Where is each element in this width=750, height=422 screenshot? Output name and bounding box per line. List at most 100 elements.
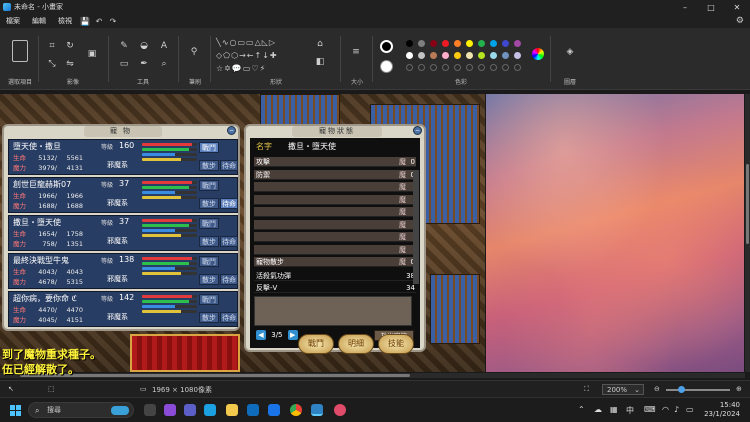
skill-row[interactable]: 魔 bbox=[254, 219, 416, 230]
shape-outline-icon[interactable]: ⌂ bbox=[314, 38, 326, 50]
redo-icon[interactable]: ↷ bbox=[106, 17, 120, 26]
walk-button[interactable]: 散步 bbox=[199, 274, 219, 285]
brush-icon[interactable]: ⚲ bbox=[188, 46, 200, 58]
skill-row[interactable]: 魔 bbox=[254, 182, 416, 192]
skill-row[interactable]: 魔 bbox=[254, 207, 416, 217]
color-swatch[interactable] bbox=[418, 40, 425, 47]
menu-edit[interactable]: 編輯 bbox=[26, 16, 52, 26]
color-swatch[interactable] bbox=[466, 52, 473, 59]
undo-icon[interactable]: ↶ bbox=[92, 17, 106, 26]
pet-card[interactable]: 撒旦・墮天使 等級 37 生命 1654/1758 魔力 758/1351 邪魔系 戰鬥 散步 待命 bbox=[8, 215, 238, 251]
rotate-icon[interactable]: ↻ bbox=[64, 40, 76, 52]
shape-fill-icon[interactable]: ◧ bbox=[314, 56, 326, 68]
mail-icon[interactable] bbox=[247, 404, 259, 416]
color-swatch[interactable] bbox=[406, 52, 413, 59]
standby-button[interactable]: 待命 bbox=[220, 236, 238, 247]
color-swatch[interactable] bbox=[466, 40, 473, 47]
horizontal-scrollbar[interactable] bbox=[0, 373, 745, 378]
skill-row[interactable]: 寵物散步魔0 bbox=[254, 257, 416, 267]
custom-color-slot[interactable] bbox=[418, 64, 425, 71]
color2-swatch[interactable] bbox=[380, 60, 393, 73]
color-swatch[interactable] bbox=[502, 40, 509, 47]
color-swatch[interactable] bbox=[442, 52, 449, 59]
walk-button[interactable]: 散步 bbox=[199, 236, 219, 247]
pet-card[interactable]: 墮天使・撒旦 等級 160 生命 5132/5561 魔力 3979/4131 邪魔系 戰鬥 散步… bbox=[8, 139, 238, 175]
skill-scrollbar[interactable] bbox=[413, 170, 419, 284]
magnifier-icon[interactable]: ⌕ bbox=[158, 58, 170, 70]
battle-button[interactable]: 戰鬥 bbox=[199, 142, 219, 153]
custom-color-slot[interactable] bbox=[430, 64, 437, 71]
image-select-icon[interactable]: ▣ bbox=[86, 48, 98, 60]
shapes-gallery[interactable]: ╲∿○▭▭△◺▷ ◇⬠⬡→←↑↓✚ ☆✡💬▭♡⚡ bbox=[216, 36, 306, 75]
skill-round-button[interactable]: 技能 bbox=[378, 334, 414, 354]
taskbar-search[interactable]: ⌕ 搜尋 bbox=[28, 402, 134, 418]
resize-icon[interactable]: ⤡ bbox=[46, 58, 58, 70]
walk-button[interactable]: 散步 bbox=[199, 312, 219, 323]
battle-round-button[interactable]: 戰鬥 bbox=[298, 334, 334, 354]
color1-swatch[interactable] bbox=[380, 40, 393, 53]
menu-view[interactable]: 檢視 bbox=[52, 16, 78, 26]
input-method-icon[interactable]: ⌨ bbox=[644, 405, 656, 414]
color-swatch[interactable] bbox=[454, 40, 461, 47]
battle-button[interactable]: 戰鬥 bbox=[199, 180, 219, 191]
zoom-out-icon[interactable]: ⊖ bbox=[654, 385, 660, 393]
cloud-icon[interactable]: ☁ bbox=[594, 405, 602, 414]
store-icon[interactable] bbox=[268, 404, 280, 416]
text-icon[interactable]: A bbox=[158, 40, 170, 52]
minimize-button[interactable]: – bbox=[672, 3, 698, 12]
color-swatch[interactable] bbox=[502, 52, 509, 59]
color-swatch[interactable] bbox=[406, 40, 413, 47]
settings-gear-icon[interactable]: ⚙ bbox=[736, 16, 744, 26]
paint-taskbar-icon[interactable] bbox=[311, 404, 323, 416]
fit-to-window-icon[interactable]: ⛶ bbox=[584, 385, 589, 394]
color-picker-icon[interactable]: ✒ bbox=[138, 58, 150, 70]
save-icon[interactable]: 💾 bbox=[78, 17, 92, 26]
game-app-icon[interactable] bbox=[334, 404, 346, 416]
walk-button[interactable]: 散步 bbox=[199, 198, 219, 209]
maximize-button[interactable]: □ bbox=[698, 3, 724, 12]
skill-row[interactable]: 攻擊 魔 0 bbox=[254, 157, 416, 167]
color-swatch[interactable] bbox=[490, 52, 497, 59]
zoom-dropdown[interactable]: 200% ⌄ bbox=[602, 384, 644, 395]
battle-button[interactable]: 戰鬥 bbox=[199, 218, 219, 229]
clock[interactable]: 15:40 23/1/2024 bbox=[704, 401, 740, 419]
battle-button[interactable]: 戰鬥 bbox=[199, 256, 219, 267]
layers-icon[interactable]: ◈ bbox=[564, 46, 576, 58]
ime-indicator[interactable]: 中 bbox=[626, 405, 634, 416]
color-swatch[interactable] bbox=[514, 52, 521, 59]
vertical-scrollbar[interactable] bbox=[745, 94, 750, 372]
color-swatch[interactable] bbox=[490, 40, 497, 47]
widgets-icon[interactable] bbox=[164, 404, 176, 416]
file-explorer-icon[interactable] bbox=[226, 404, 238, 416]
chrome-icon[interactable] bbox=[290, 404, 302, 416]
walk-button[interactable]: 散步 bbox=[199, 160, 219, 171]
eraser-icon[interactable]: ▭ bbox=[118, 58, 130, 70]
custom-color-slot[interactable] bbox=[466, 64, 473, 71]
color-swatch[interactable] bbox=[454, 52, 461, 59]
task-view-icon[interactable] bbox=[144, 404, 156, 416]
custom-color-slot[interactable] bbox=[442, 64, 449, 71]
windows-start-icon[interactable] bbox=[10, 405, 21, 416]
custom-color-slot[interactable] bbox=[478, 64, 485, 71]
color-swatch[interactable] bbox=[478, 52, 485, 59]
custom-color-slot[interactable] bbox=[406, 64, 413, 71]
standby-button[interactable]: 待命 bbox=[220, 312, 238, 323]
details-round-button[interactable]: 明細 bbox=[338, 334, 374, 354]
close-icon[interactable]: − bbox=[227, 126, 236, 135]
prev-page-button[interactable]: ◀ bbox=[256, 330, 266, 340]
custom-color-slot[interactable] bbox=[514, 64, 521, 71]
zoom-in-icon[interactable]: ⊕ bbox=[736, 385, 742, 393]
next-page-button[interactable]: ▶ bbox=[287, 330, 298, 340]
battle-button[interactable]: 戰鬥 bbox=[199, 294, 219, 305]
close-button[interactable]: ✕ bbox=[724, 3, 750, 12]
custom-color-slot[interactable] bbox=[490, 64, 497, 71]
skill-row[interactable]: 魔 bbox=[254, 232, 416, 242]
skill-row[interactable]: 魔 bbox=[254, 244, 416, 255]
size-icon[interactable]: ≡ bbox=[350, 46, 362, 58]
selection-icon[interactable] bbox=[12, 40, 28, 62]
pet-card[interactable]: 創世巨龍赫斯07 等級 37 生命 1966/1966 魔力 1688/1688 邪魔系 戰鬥散… bbox=[8, 177, 238, 213]
volume-icon[interactable]: ♪ bbox=[674, 405, 679, 414]
standby-button[interactable]: 待命 bbox=[220, 160, 238, 171]
menu-file[interactable]: 檔案 bbox=[0, 16, 26, 26]
color-swatch[interactable] bbox=[442, 40, 449, 47]
